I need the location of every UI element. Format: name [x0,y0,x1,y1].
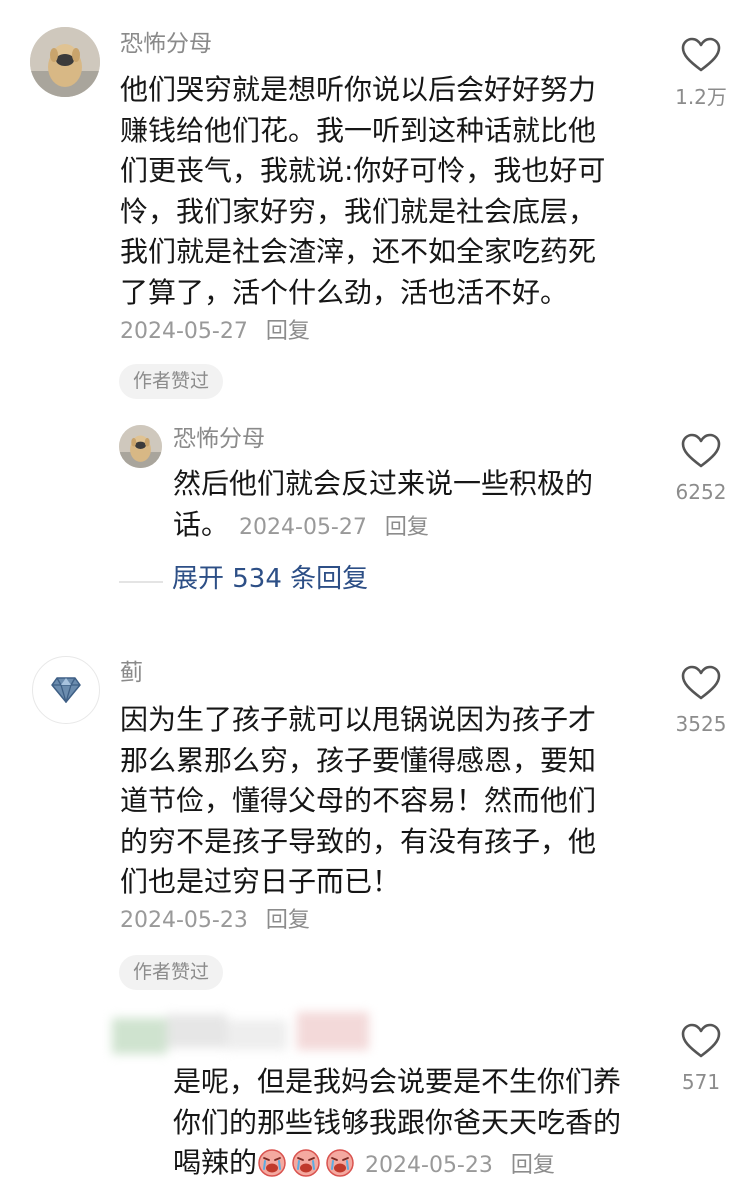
reply-text-line: 是呢，但是我妈会说要是不生你们养 [173,1065,622,1098]
reply-text-line: 你们的那些钱够我跟你爸天天吃香的 [173,1105,622,1139]
reply-meta: 2024-05-27 回复 [239,515,429,540]
comment-date: 2024-05-23 [120,908,248,933]
comment-date: 2024-05-27 [120,319,248,344]
like-count: 1.2万 [675,85,727,109]
reply-button[interactable]: 回复 [266,908,310,933]
comment-text-line: 因为生了孩子就可以甩锅说因为孩子才 [120,703,597,736]
comment-text-line: 了算了，活个什么劲，活也活不好。 [120,275,569,309]
avatar-dog[interactable] [30,27,100,97]
heart-outline-icon[interactable] [681,1023,721,1059]
reply-text-line: 喝辣的 2024-05-23 回复 [173,1143,621,1184]
reply-meta: 2024-05-23 回复 [365,1153,555,1178]
reply-text-tail: 话。 [173,507,230,541]
reply-date: 2024-05-23 [365,1153,493,1178]
comment-text-line: 那么累那么穷，孩子要懂得感恩，要知 [120,743,597,777]
reply-text: 然后他们就会反过来说一些积极的 话。 2024-05-27 回复 [173,464,593,545]
avatar-diamond[interactable] [32,656,100,724]
reply-text-tail: 喝辣的 [173,1146,258,1179]
blurred-user-info [112,1010,372,1055]
like-count: 6252 [675,480,727,504]
like-count: 3525 [675,712,727,736]
heart-outline-icon[interactable] [681,665,721,701]
reply-date: 2024-05-27 [239,514,367,540]
expand-divider [119,581,163,583]
diamond-icon [51,677,81,703]
like-count: 571 [681,1070,721,1094]
comment-text-line: 们更丧气，我就说:你好可怜，我也好可 [120,154,606,187]
comment-text-line: 赚钱给他们花。我一听到这种话就比他 [120,113,597,147]
reply-button[interactable]: 回复 [266,319,310,344]
comment-text: 他们哭穷就是想听你说以后会好好努力 赚钱给他们花。我一听到这种话就比他 们更丧气… [120,70,605,313]
comment-text: 因为生了孩子就可以甩锅说因为孩子才 那么累那么穷，孩子要懂得感恩，要知 道节俭，… [120,700,596,903]
comment-text-line: 们也是过穷日子而已！ [120,865,401,898]
reply-text-line: 然后他们就会反过来说一些积极的 [173,467,594,500]
heart-outline-icon[interactable] [681,433,721,469]
expand-replies-link[interactable]: 展开 534 条回复 [172,566,368,592]
reply-button[interactable]: 回复 [385,515,429,540]
crying-face-emoji [326,1149,354,1177]
reply-username[interactable]: 恐怖分母 [173,428,265,451]
comment-text-line: 道节俭，懂得父母的不容易！然而他们 [120,784,597,817]
comment-text-line: 我们就是社会渣滓，还不如全家吃药死 [120,235,597,268]
avatar-dog[interactable] [119,425,162,468]
comment-meta: 2024-05-23 回复 [120,910,310,932]
comment-username[interactable]: 恐怖分母 [120,33,212,56]
author-liked-badge: 作者赞过 [119,955,224,990]
crying-face-emoji [292,1149,320,1177]
crying-face-emoji [258,1149,286,1177]
reply-button[interactable]: 回复 [511,1153,555,1178]
comment-text-line: 他们哭穷就是想听你说以后会好好努力 [120,73,597,106]
reply-text: 是呢，但是我妈会说要是不生你们养 你们的那些钱够我跟你爸天天吃香的 喝辣的 202… [173,1062,621,1184]
comment-text-line: 的穷不是孩子导致的，有没有孩子，他 [120,824,597,858]
heart-outline-icon[interactable] [681,37,721,73]
comment-text-line: 怜，我们家好穷，我们就是社会底层， [120,194,597,228]
comment-meta: 2024-05-27 回复 [120,321,310,343]
reply-text-line: 话。 2024-05-27 回复 [173,505,593,546]
comment-username[interactable]: 蓟 [120,662,143,685]
author-liked-badge: 作者赞过 [119,364,224,399]
